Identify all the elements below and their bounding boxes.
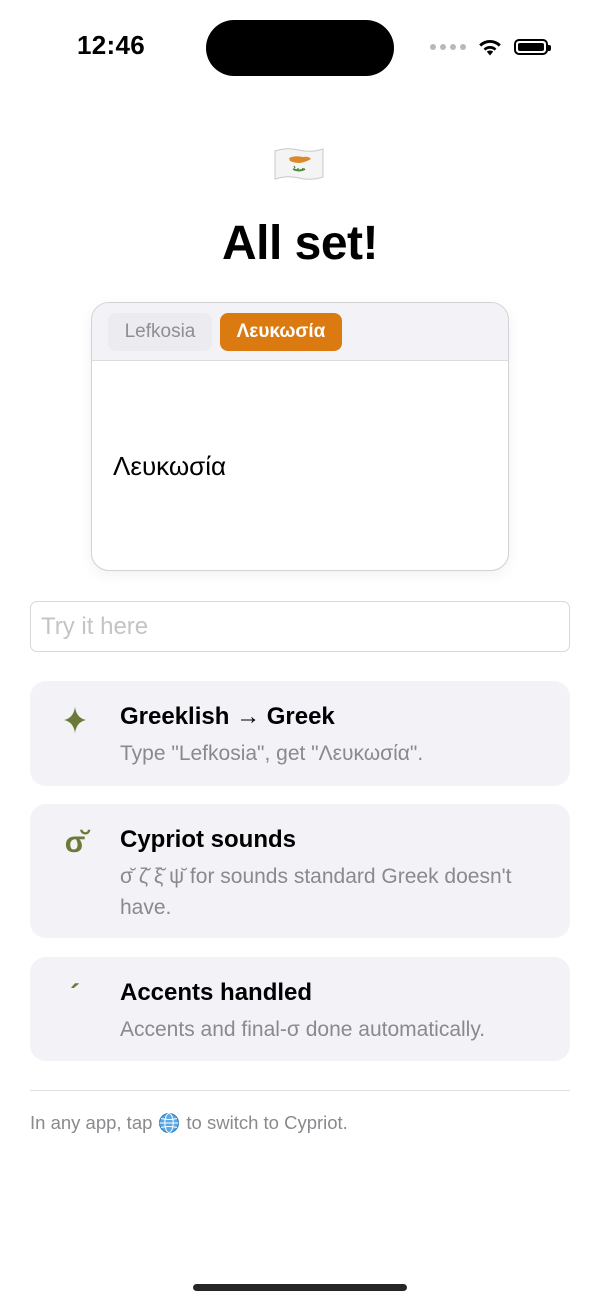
keyboard-preview-card: Lefkosia Λευκωσία Λευκωσία xyxy=(91,302,509,571)
battery-icon xyxy=(514,39,551,55)
footer-note: In any app, tap to switch to Cypriot. xyxy=(30,1112,348,1134)
cypriot-letter-icon: σ̆ xyxy=(64,826,86,859)
feature-card-accents: ´ Accents handled Accents and final-σ do… xyxy=(30,957,570,1061)
sparkle-icon xyxy=(64,707,86,733)
divider xyxy=(30,1090,570,1091)
onboarding-complete-screen: 12:46 All set! Lefkosia Λευκωσία Λευκωσί… xyxy=(0,0,600,1304)
status-time: 12:46 xyxy=(77,30,145,60)
cyprus-flag-icon xyxy=(274,148,324,180)
wifi-icon xyxy=(479,39,501,56)
accent-icon: ´ xyxy=(70,979,80,1012)
suggestion-greek[interactable]: Λευκωσία xyxy=(220,313,342,351)
suggestion-latin[interactable]: Lefkosia xyxy=(108,313,212,351)
globe-icon xyxy=(159,1113,180,1133)
footer-suffix: to switch to Cypriot. xyxy=(186,1112,348,1133)
feature-card-cypriot-sounds: σ̆ Cypriot sounds σ̆ ζ̆ ξ̆ ψ̆ for sounds… xyxy=(30,804,570,938)
feature-description: Type "Lefkosia", get "Λευκωσία". xyxy=(120,742,424,765)
feature-description: Accents and final-σ done automatically. xyxy=(120,1018,486,1041)
suggestion-bar: Lefkosia Λευκωσία xyxy=(92,303,508,361)
feature-title: Greeklish → Greek xyxy=(120,703,335,730)
feature-card-greeklish: Greeklish → Greek Type "Lefkosia", get "… xyxy=(30,681,570,786)
footer-prefix: In any app, tap xyxy=(30,1112,153,1133)
status-icons xyxy=(430,38,551,56)
preview-text: Λευκωσία xyxy=(113,451,227,481)
dynamic-island xyxy=(206,20,394,76)
home-indicator[interactable] xyxy=(193,1284,407,1291)
page-title: All set! xyxy=(221,217,379,270)
signal-icon xyxy=(430,44,466,50)
try-it-input[interactable] xyxy=(30,601,570,652)
feature-title: Cypriot sounds xyxy=(120,826,297,853)
feature-title: Accents handled xyxy=(120,979,313,1006)
feature-description: σ̆ ζ̆ ξ̆ ψ̆ for sounds standard Greek do… xyxy=(120,865,512,919)
